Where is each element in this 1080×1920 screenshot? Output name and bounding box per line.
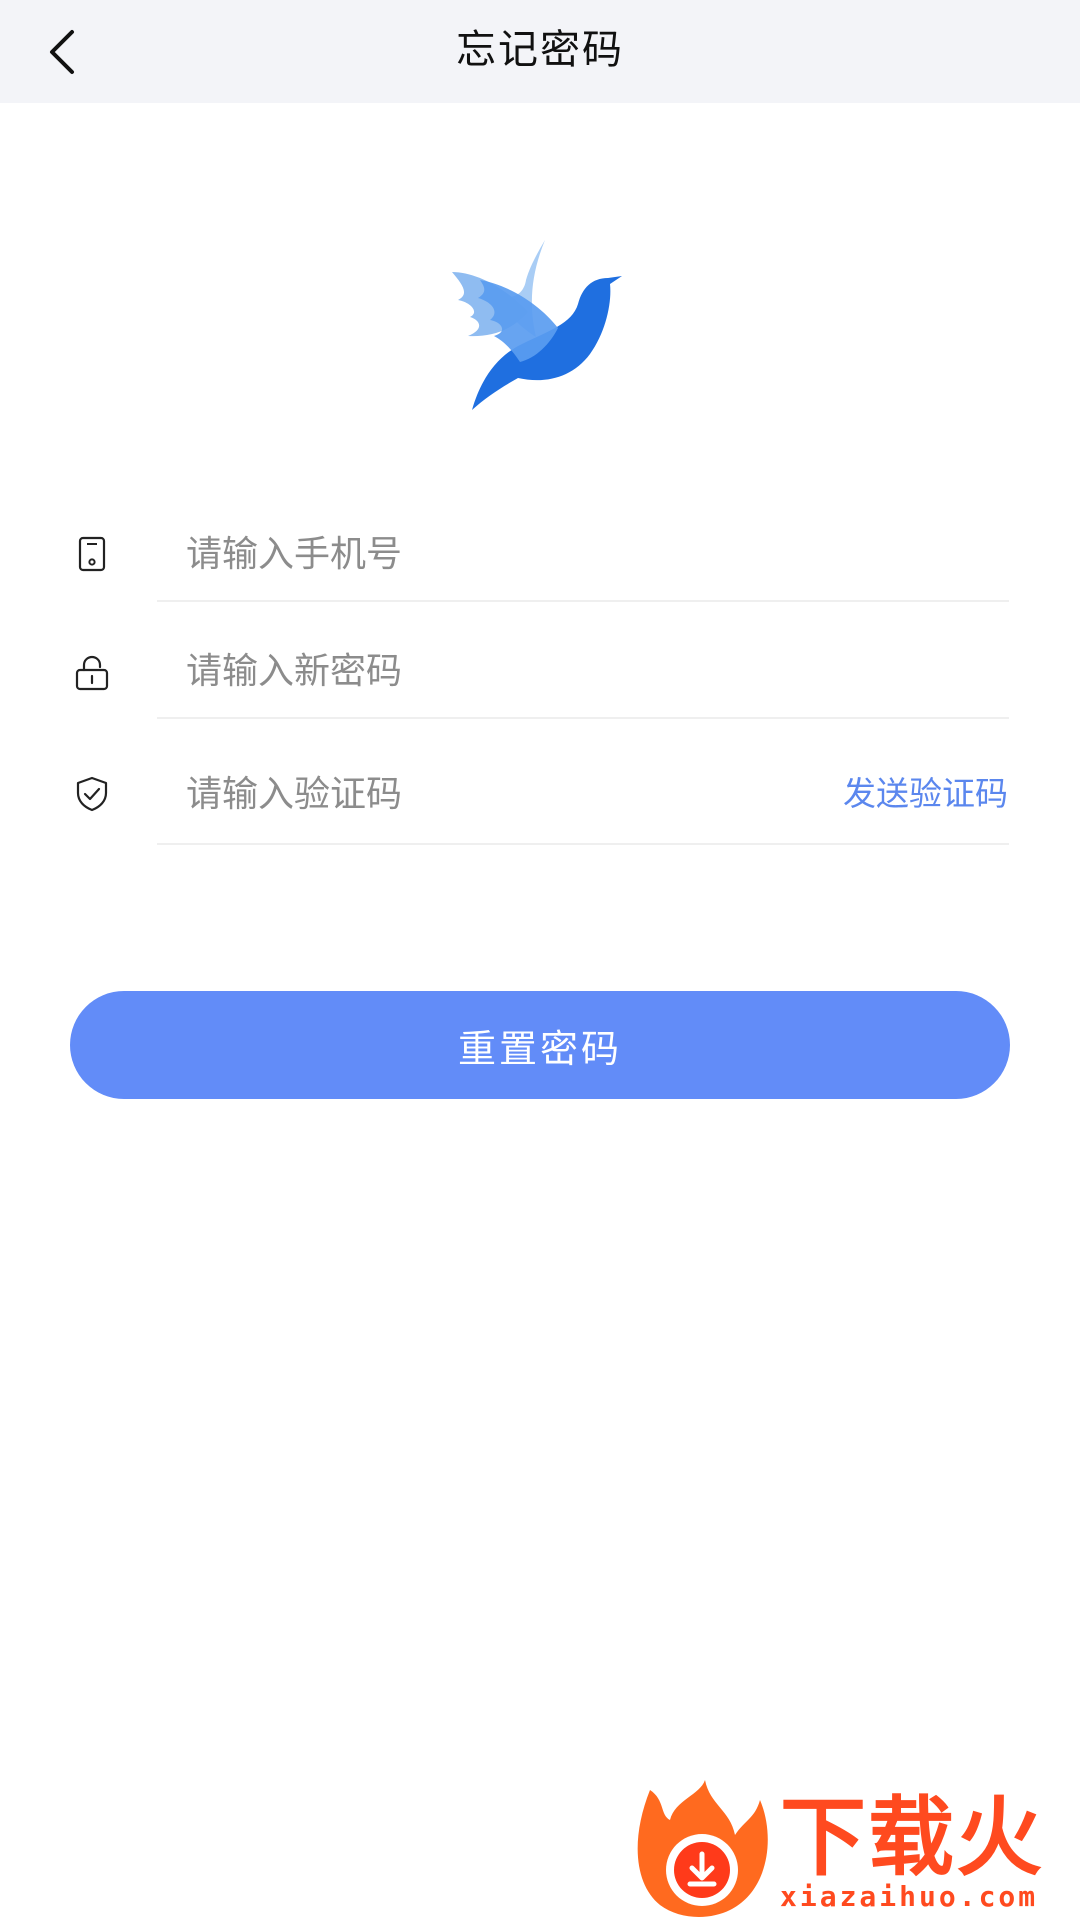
phone-input[interactable] — [186, 524, 986, 584]
watermark-url: xiazaihuo.com — [780, 1880, 1039, 1913]
watermark: 下载火 xiazaihuo.com — [637, 1780, 1080, 1920]
reset-password-button[interactable]: 重置密码 — [70, 991, 1010, 1099]
watermark-brand: 下载火 — [780, 1788, 1044, 1888]
code-divider — [157, 843, 1009, 845]
phone-divider — [157, 600, 1009, 602]
verification-code-input[interactable] — [186, 764, 786, 824]
phone-row — [0, 500, 1080, 610]
bird-logo-icon — [452, 240, 622, 410]
page-title: 忘记密码 — [456, 27, 624, 73]
phone-icon — [78, 536, 106, 572]
code-row: 发送验证码 — [0, 740, 1080, 850]
forgot-password-page: 忘记密码 发送验证码 — [0, 0, 1080, 1920]
password-row — [0, 617, 1080, 727]
shield-check-icon — [76, 776, 108, 812]
send-code-button[interactable]: 发送验证码 — [843, 770, 1008, 818]
lock-icon — [75, 655, 109, 691]
flame-download-logo-icon — [637, 1780, 768, 1917]
header-bar: 忘记密码 — [0, 0, 1080, 103]
password-divider — [157, 717, 1009, 719]
new-password-input[interactable] — [186, 641, 986, 701]
